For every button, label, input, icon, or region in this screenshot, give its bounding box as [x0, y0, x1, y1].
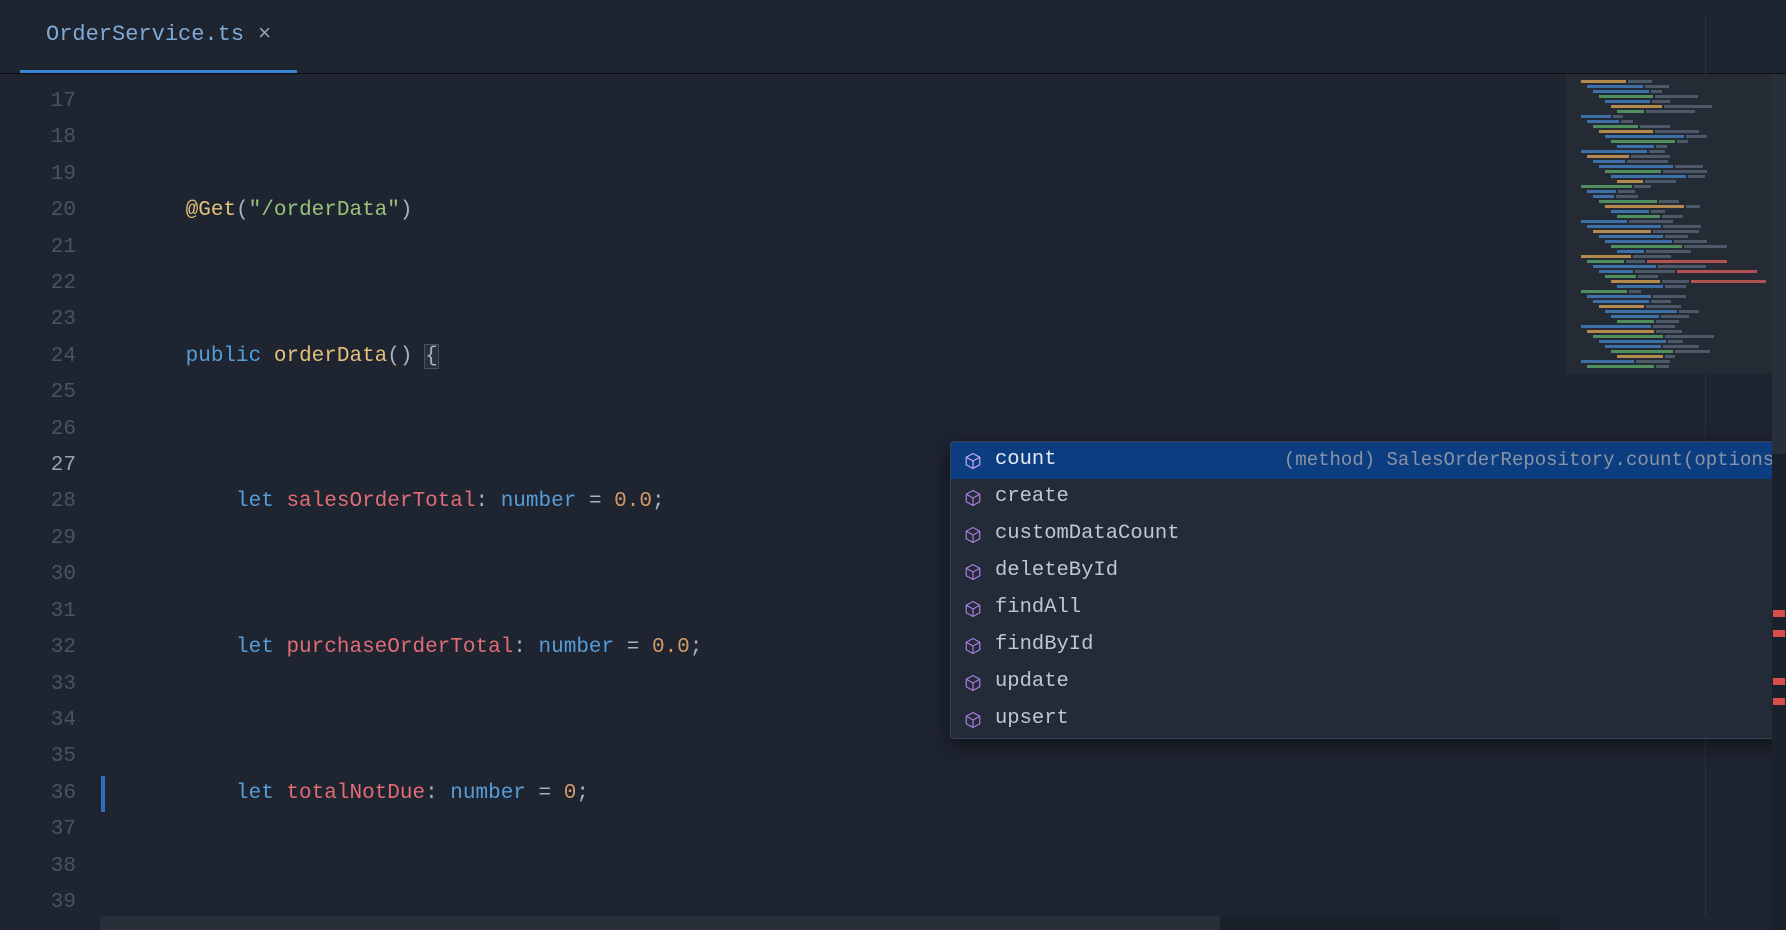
ruler-error-mark[interactable] [1773, 698, 1785, 705]
method-icon [963, 599, 983, 619]
line-number[interactable]: 22 [0, 266, 100, 302]
suggest-label: count [995, 442, 1057, 478]
method-icon [963, 525, 983, 545]
suggest-item[interactable]: findAll [951, 590, 1786, 627]
line-number[interactable]: 30 [0, 557, 100, 593]
suggest-item[interactable]: update [951, 664, 1786, 701]
suggest-item[interactable]: findById [951, 627, 1786, 664]
line-number[interactable]: 19 [0, 157, 100, 193]
line-number[interactable]: 24 [0, 339, 100, 375]
close-icon[interactable]: × [258, 22, 271, 47]
line-number[interactable]: 39 [0, 885, 100, 921]
suggest-label: findById [995, 627, 1093, 663]
method-icon [963, 451, 983, 471]
line-number[interactable]: 34 [0, 703, 100, 739]
suggest-label: deleteById [995, 553, 1118, 589]
gutter-modified-indicator [101, 776, 105, 812]
method-icon [963, 636, 983, 656]
tab-filename: OrderService.ts [46, 22, 244, 47]
scroll-thumb[interactable] [1772, 74, 1786, 454]
line-number[interactable]: 23 [0, 302, 100, 338]
line-number[interactable]: 32 [0, 630, 100, 666]
horizontal-scrollbar[interactable] [100, 916, 1560, 930]
method-icon [963, 673, 983, 693]
line-number[interactable]: 38 [0, 849, 100, 885]
line-number[interactable]: 31 [0, 594, 100, 630]
method-icon [963, 488, 983, 508]
line-number[interactable]: 17 [0, 84, 100, 120]
code-line[interactable]: public orderData() { [110, 339, 1786, 375]
line-number[interactable]: 37 [0, 812, 100, 848]
code-line[interactable]: @Get("/orderData") [110, 193, 1786, 229]
method-icon [963, 562, 983, 582]
ruler-error-mark[interactable] [1773, 610, 1785, 617]
ruler-error-mark[interactable] [1773, 630, 1785, 637]
ruler-error-mark[interactable] [1773, 678, 1785, 685]
line-number[interactable]: 28 [0, 484, 100, 520]
tab-active[interactable]: OrderService.ts × [20, 0, 297, 73]
code-area[interactable]: @Get("/orderData") public orderData() { … [100, 74, 1786, 930]
line-number[interactable]: 27 [0, 448, 100, 484]
suggest-item[interactable]: upsert [951, 701, 1786, 738]
line-number[interactable]: 18 [0, 120, 100, 156]
line-number[interactable]: 26 [0, 412, 100, 448]
line-number[interactable]: 36 [0, 776, 100, 812]
line-number[interactable]: 35 [0, 739, 100, 775]
method-icon [963, 710, 983, 730]
scroll-thumb[interactable] [100, 916, 1220, 930]
suggest-detail: (method) SalesOrderRepository.count(opti… [1284, 442, 1786, 478]
line-number[interactable]: 29 [0, 521, 100, 557]
suggest-label: customDataCount [995, 516, 1180, 552]
suggest-item[interactable]: deleteById [951, 553, 1786, 590]
suggest-label: upsert [995, 701, 1069, 737]
line-number[interactable]: 21 [0, 230, 100, 266]
suggest-label: create [995, 479, 1069, 515]
suggest-item[interactable]: customDataCount [951, 516, 1786, 553]
vertical-scrollbar[interactable] [1772, 74, 1786, 930]
code-line[interactable]: let totalNotDue: number = 0; [110, 776, 1786, 812]
minimap[interactable] [1564, 74, 1772, 374]
line-number[interactable]: 20 [0, 193, 100, 229]
editor: 1718192021222324252627282930313233343536… [0, 74, 1786, 930]
line-number[interactable]: 25 [0, 375, 100, 411]
intellisense-popup[interactable]: count (method) SalesOrderRepository.count… [950, 441, 1786, 739]
suggest-item[interactable]: create [951, 479, 1786, 516]
suggest-label: update [995, 664, 1069, 700]
minimap-viewport[interactable] [1565, 74, 1772, 374]
tab-bar: OrderService.ts × [0, 0, 1786, 74]
suggest-item[interactable]: count (method) SalesOrderRepository.count… [951, 442, 1786, 479]
line-number[interactable]: 33 [0, 667, 100, 703]
suggest-label: findAll [995, 590, 1081, 626]
line-number-gutter[interactable]: 1718192021222324252627282930313233343536… [0, 74, 100, 930]
